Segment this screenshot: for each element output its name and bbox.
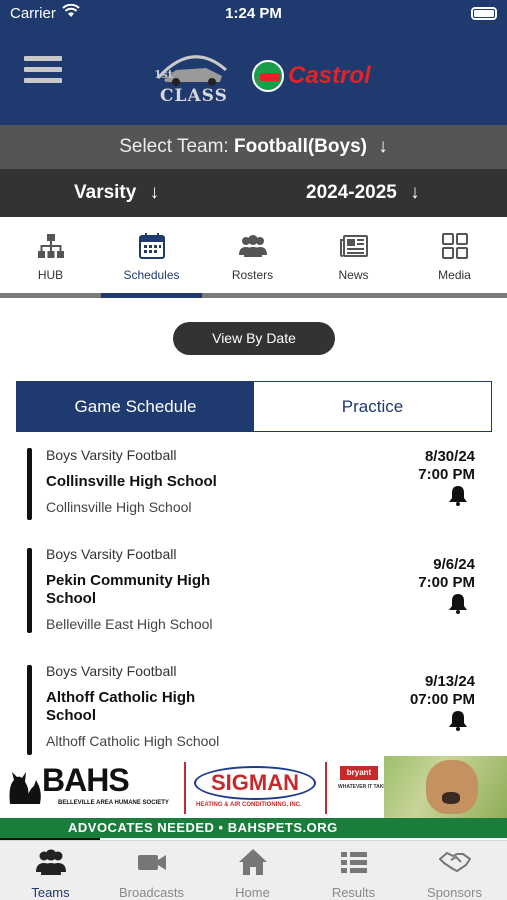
- clock: 1:24 PM: [225, 5, 282, 22]
- tab-label: News: [338, 268, 369, 282]
- tab-hub[interactable]: HUB: [0, 217, 101, 293]
- handshake-icon: [439, 852, 471, 872]
- team-selector-label: Select Team:: [119, 136, 229, 157]
- first-class-logo: 1st CLASS: [140, 46, 232, 108]
- game-location: Althoff Catholic High School: [46, 733, 220, 749]
- game-category: Boys Varsity Football: [46, 546, 177, 562]
- game-location: Collinsville High School: [46, 499, 192, 515]
- bottom-tab-label: Home: [235, 885, 270, 900]
- ad-divider: [184, 762, 186, 814]
- section-tabs: HUB Schedules Rosters News Media: [0, 217, 507, 299]
- game-date: 8/30/24: [424, 448, 475, 465]
- dog-head: [426, 760, 478, 814]
- ad-divider: [325, 762, 327, 814]
- menu-line: [24, 67, 62, 72]
- bottom-tab-bar: Teams Broadcasts Home Results Sponsors: [0, 840, 507, 900]
- bottom-tab-label: Results: [331, 885, 376, 900]
- game-row[interactable]: Boys Varsity Football Althoff Catholic H…: [0, 657, 507, 755]
- team-selector[interactable]: Select Team: Football(Boys) ↓: [0, 125, 507, 169]
- game-row[interactable]: Boys Varsity Football Collinsville High …: [0, 440, 507, 530]
- game-time: 7:00 PM: [418, 574, 475, 591]
- news-icon: [340, 235, 368, 257]
- tab-media[interactable]: Media: [404, 217, 505, 293]
- bottom-tab-results[interactable]: Results: [303, 841, 404, 900]
- level-value: Varsity: [74, 182, 137, 203]
- active-tab-indicator: [101, 293, 202, 298]
- sigman-logo: SIGMAN: [194, 766, 316, 800]
- game-date: 9/13/24: [424, 673, 475, 690]
- game-time: 07:00 PM: [409, 691, 475, 708]
- game-opponent: Althoff Catholic High School: [46, 689, 196, 724]
- game-row[interactable]: Boys Varsity Football Pekin Community Hi…: [0, 540, 507, 640]
- bottom-tab-home[interactable]: Home: [202, 841, 303, 900]
- dog-nose: [442, 792, 460, 804]
- season-dropdown[interactable]: 2024-2025 ↓: [306, 182, 420, 204]
- bottom-tab-sponsors[interactable]: Sponsors: [404, 841, 505, 900]
- team-selector-value: Football(Boys): [233, 136, 367, 157]
- logo-superscript: 1st: [154, 68, 173, 81]
- game-opponent: Pekin Community High School: [46, 572, 211, 607]
- segment-practice[interactable]: Practice: [254, 382, 491, 431]
- calendar-icon: [139, 233, 165, 259]
- tabs-divider: [0, 293, 507, 298]
- tab-label: Rosters: [231, 268, 274, 282]
- bottom-tab-broadcasts[interactable]: Broadcasts: [101, 841, 202, 900]
- game-location: Belleville East High School: [46, 616, 213, 632]
- row-accent-bar: [27, 548, 32, 633]
- logo-text: CLASS: [160, 86, 228, 106]
- app-header: 1st CLASS Castrol: [0, 28, 507, 125]
- game-category: Boys Varsity Football: [46, 663, 177, 679]
- view-by-date-button[interactable]: View By Date: [173, 322, 335, 355]
- cat-dog-silhouette-icon: [9, 772, 41, 804]
- level-season-bar: Varsity ↓ 2024-2025 ↓: [0, 169, 507, 217]
- bottom-tab-label: Broadcasts: [118, 885, 185, 900]
- game-opponent: Collinsville High School: [46, 473, 217, 490]
- tab-label: HUB: [37, 268, 64, 282]
- arrow-down-icon: ↓: [149, 182, 160, 203]
- menu-line: [24, 78, 62, 83]
- teams-icon: [36, 849, 66, 875]
- game-category: Boys Varsity Football: [46, 447, 177, 463]
- arrow-down-icon: ↓: [410, 182, 420, 203]
- bell-icon[interactable]: [447, 709, 469, 731]
- row-accent-bar: [27, 665, 32, 755]
- home-icon: [239, 849, 267, 875]
- bahs-subtitle: BELLEVILLE AREA HUMANE SOCIETY: [58, 800, 169, 806]
- menu-line: [24, 56, 62, 61]
- status-bar: Carrier 1:24 PM: [0, 0, 507, 28]
- bryant-logo: bryant: [340, 766, 378, 780]
- ad-call-to-action: ADVOCATES NEEDED • BAHSPETS.ORG: [0, 818, 507, 838]
- tab-rosters[interactable]: Rosters: [202, 217, 303, 293]
- roster-icon: [239, 235, 267, 257]
- bottom-tab-teams[interactable]: Teams: [0, 841, 101, 900]
- level-dropdown[interactable]: Varsity ↓: [74, 182, 159, 204]
- tab-label: Schedules: [123, 268, 180, 282]
- video-camera-icon: [138, 855, 166, 870]
- castrol-emblem-icon: [252, 60, 284, 92]
- arrow-down-icon: ↓: [378, 136, 388, 157]
- dog-photo: [384, 756, 507, 818]
- battery-icon: [471, 7, 497, 20]
- bell-icon[interactable]: [447, 592, 469, 614]
- sigman-subtitle: HEATING & AIR CONDITIONING, INC.: [196, 802, 302, 808]
- hub-icon: [38, 234, 64, 258]
- tab-label: Media: [438, 268, 471, 282]
- bell-icon[interactable]: [447, 484, 469, 506]
- sponsor-ad-banner[interactable]: BAHS BELLEVILLE AREA HUMANE SOCIETY SIGM…: [0, 756, 507, 840]
- game-date: 9/6/24: [433, 556, 475, 573]
- hamburger-menu-button[interactable]: [24, 56, 62, 86]
- row-accent-bar: [27, 448, 32, 520]
- sponsor-name: Castrol: [288, 62, 371, 89]
- tab-schedules[interactable]: Schedules: [101, 217, 202, 298]
- schedule-type-segmented-control: Game Schedule Practice: [16, 381, 492, 432]
- season-value: 2024-2025: [306, 182, 397, 203]
- tab-news[interactable]: News: [303, 217, 404, 293]
- bottom-tab-label: Sponsors: [427, 885, 482, 900]
- bahs-logo-text: BAHS: [42, 762, 130, 798]
- bottom-tab-label: Teams: [31, 885, 70, 900]
- segment-game-schedule[interactable]: Game Schedule: [17, 382, 254, 431]
- game-time: 7:00 PM: [418, 466, 475, 483]
- results-list-icon: [341, 852, 367, 873]
- media-grid-icon: [442, 233, 468, 259]
